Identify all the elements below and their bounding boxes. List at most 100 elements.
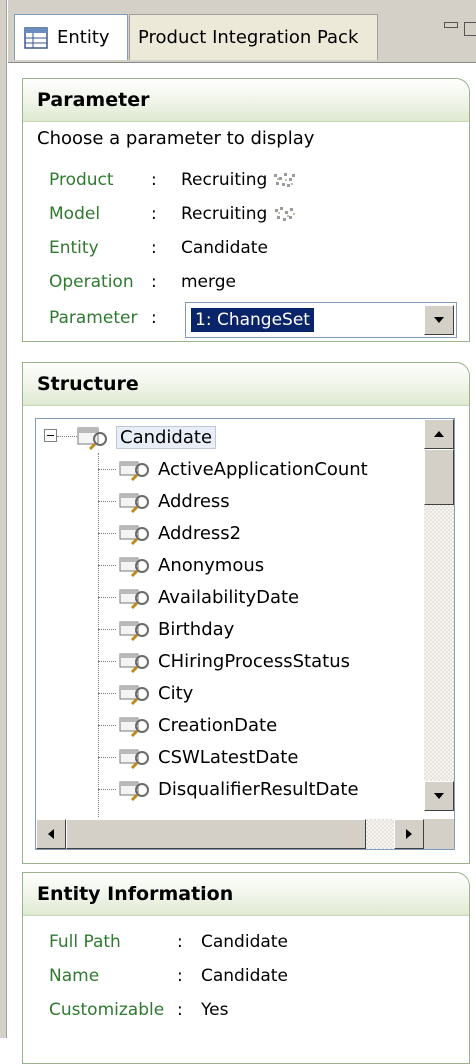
product-value: Recruiting (181, 170, 268, 190)
property-row-parameter: Parameter : 1: ChangeSet (49, 302, 469, 338)
parameter-panel-title: Parameter (23, 79, 469, 122)
tab-product-integration-pack[interactable]: Product Integration Pack (129, 14, 378, 60)
tree-connector (98, 597, 116, 598)
scroll-right-button[interactable] (394, 819, 424, 849)
colon: : (151, 272, 157, 292)
property-row-model: Model : Recruiting (49, 204, 469, 230)
colon: : (177, 966, 183, 986)
info-label: Name (49, 966, 100, 986)
info-label: Full Path (49, 932, 121, 952)
tree-node[interactable]: Birthday (118, 613, 234, 645)
parameter-label: Parameter (49, 308, 138, 328)
scrollbar-corner (424, 819, 454, 849)
parameter-panel: Parameter Choose a parameter to display … (22, 78, 470, 342)
tree-connector (98, 693, 116, 694)
parameter-select[interactable]: 1: ChangeSet (185, 302, 457, 338)
tab-pip-label: Product Integration Pack (138, 27, 359, 48)
property-value: Candidate (181, 238, 268, 258)
maximize-icon[interactable] (464, 22, 476, 36)
package-icon (274, 173, 296, 187)
package-icon (275, 207, 296, 221)
collapse-toggle[interactable] (44, 429, 57, 442)
minimize-icon[interactable] (444, 22, 458, 28)
parameter-select-value: 1: ChangeSet (191, 308, 314, 332)
info-row-name: Name : Candidate (49, 966, 469, 992)
tree-node-label: Address2 (158, 522, 242, 544)
horizontal-scrollbar[interactable] (36, 819, 424, 849)
property-value: Recruiting (181, 170, 297, 190)
tab-entity[interactable]: Entity (14, 14, 128, 60)
tree-node[interactable]: AvailabilityDate (118, 581, 299, 613)
colon: : (151, 170, 157, 190)
structure-panel: Structure Candidate ActiveApplicationCou… (22, 362, 470, 864)
entity-table-icon (24, 26, 48, 49)
info-row-full-path: Full Path : Candidate (49, 932, 469, 958)
tree-node-label: Address (158, 490, 230, 512)
tree-node-label: City (158, 682, 194, 704)
tree-connector (98, 501, 116, 502)
tree-root-node[interactable]: Candidate (76, 421, 217, 453)
attribute-node-icon (119, 781, 149, 802)
colon: : (151, 204, 157, 224)
tree-node[interactable]: CreationDate (118, 709, 277, 741)
attribute-node-icon (119, 749, 149, 770)
chevron-up-icon (434, 431, 444, 437)
attribute-node-icon (119, 685, 149, 706)
vertical-scrollbar[interactable] (424, 419, 454, 811)
tab-strip: Entity Product Integration Pack (8, 0, 476, 63)
colon: : (177, 1000, 183, 1020)
model-value: Recruiting (181, 204, 268, 224)
property-label: Model (49, 204, 101, 224)
tree-connector (98, 661, 116, 662)
dropdown-arrow-button[interactable] (424, 305, 454, 335)
tree-node-label: AvailabilityDate (158, 586, 300, 608)
colon: : (151, 238, 157, 258)
tree-connector (98, 533, 116, 534)
tree-connector (98, 757, 116, 758)
tree-node[interactable]: Address (118, 485, 230, 517)
structure-tree[interactable]: Candidate ActiveApplicationCount Address A… (35, 418, 455, 850)
attribute-node-icon (119, 525, 149, 546)
tree-connector (57, 436, 77, 437)
scroll-left-button[interactable] (36, 819, 66, 849)
attribute-node-icon (119, 621, 149, 642)
tree-connector (98, 789, 116, 790)
tree-root-label: Candidate (116, 425, 217, 449)
attribute-node-icon (119, 557, 149, 578)
chevron-left-icon (48, 829, 54, 839)
attribute-node-icon (119, 589, 149, 610)
info-value: Candidate (201, 966, 288, 986)
property-label: Product (49, 170, 114, 190)
property-row-entity: Entity : Candidate (49, 238, 469, 264)
tree-node[interactable]: ActiveApplicationCount (118, 453, 368, 485)
property-label: Operation (49, 272, 134, 292)
tree-node-label: CreationDate (158, 714, 278, 736)
tree-node[interactable]: CSWLatestDate (118, 741, 298, 773)
scroll-up-button[interactable] (424, 419, 454, 449)
window-left-border (0, 0, 7, 1038)
property-row-product: Product : Recruiting (49, 170, 469, 196)
tree-connector (98, 469, 116, 470)
colon: : (151, 308, 157, 328)
entity-info-panel-title: Entity Information (23, 873, 469, 916)
structure-panel-title: Structure (23, 363, 469, 406)
tree-node[interactable]: City (118, 677, 193, 709)
colon: : (177, 932, 183, 952)
scroll-down-button[interactable] (424, 781, 454, 811)
tree-node[interactable]: DisqualifierResultDate (118, 773, 359, 805)
parameter-description: Choose a parameter to display (37, 128, 315, 149)
vertical-scroll-thumb[interactable] (424, 449, 454, 505)
info-label: Customizable (49, 1000, 165, 1020)
info-row-customizable: Customizable : Yes (49, 1000, 469, 1026)
tree-node[interactable]: Address2 (118, 517, 241, 549)
chevron-down-icon (434, 317, 444, 323)
property-value: Recruiting (181, 204, 297, 224)
info-value: Yes (201, 1000, 229, 1020)
horizontal-scroll-thumb[interactable] (66, 819, 366, 849)
property-row-operation: Operation : merge (49, 272, 469, 298)
tree-connector (98, 453, 99, 817)
tree-node[interactable]: CHiringProcessStatus (118, 645, 350, 677)
tree-node[interactable]: Anonymous (118, 549, 264, 581)
attribute-node-icon (119, 461, 149, 482)
entity-node-icon (77, 427, 107, 450)
